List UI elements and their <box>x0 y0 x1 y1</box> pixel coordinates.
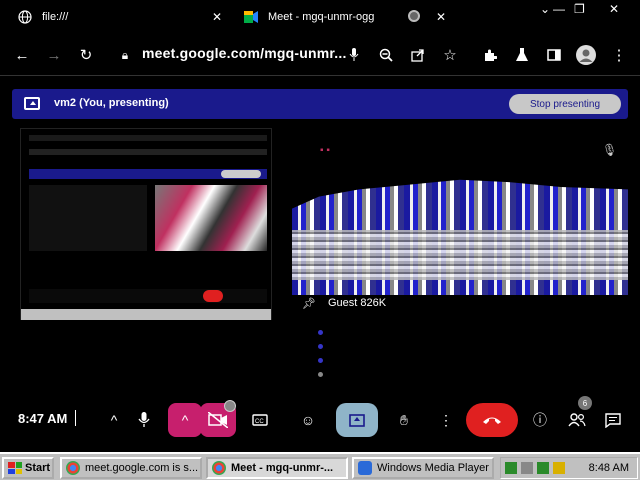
bookmark-star-icon[interactable]: ☆ <box>439 44 461 66</box>
more-options-icon[interactable]: ⋮ <box>428 402 464 438</box>
mic-button[interactable] <box>126 402 162 438</box>
globe-icon <box>18 10 32 24</box>
windows-taskbar: Start meet.google.com is s... Meet - mgq… <box>0 452 640 480</box>
taskbar-item-media-player[interactable]: Windows Media Player <box>352 457 494 479</box>
forward-icon[interactable]: → <box>43 44 65 66</box>
tray-app-icon[interactable] <box>537 462 549 474</box>
system-tray: 8:48 AM <box>500 457 638 479</box>
presenting-banner: vm2 (You, presenting) Stop presenting <box>12 89 628 119</box>
emoji-reactions-button[interactable]: ☺ <box>290 402 326 438</box>
start-button[interactable]: Start <box>2 457 54 479</box>
chrome-icon <box>212 461 226 475</box>
close-tab-icon[interactable]: ✕ <box>212 10 222 24</box>
tab-search-icon[interactable]: ⌄ <box>540 2 550 16</box>
svg-text:CC: CC <box>255 419 264 425</box>
leave-call-button[interactable] <box>466 403 518 437</box>
presenting-label: vm2 (You, presenting) <box>54 97 169 109</box>
taskbar-item-label: Windows Media Player <box>377 462 489 474</box>
self-view-tile[interactable] <box>20 128 272 320</box>
scroll-dots <box>316 330 324 388</box>
preview-guest-tile <box>155 185 267 251</box>
taskbar-item-meet[interactable]: Meet - mgq-unmr-... <box>206 457 348 479</box>
chrome-icon <box>66 461 80 475</box>
browser-toolbar: ← → ↻ 🔒︎ meet.google.com/mgq-unmr... ☆ ⋮ <box>0 34 640 76</box>
start-label: Start <box>25 462 51 474</box>
volume-icon[interactable] <box>521 462 533 474</box>
address-bar[interactable]: meet.google.com/mgq-unmr... <box>142 45 347 61</box>
preview-stop-button <box>221 170 261 178</box>
guest-tile[interactable]: ▪ ▪ 🎙︎ 📌︎ Guest 826K <box>292 135 628 315</box>
browser-menu-icon[interactable]: ⋮ <box>608 44 630 66</box>
windows-logo-icon <box>8 462 22 474</box>
stop-presenting-button[interactable]: Stop presenting <box>509 94 621 114</box>
preview-tab-strip <box>29 135 267 141</box>
chat-icon[interactable] <box>595 402 631 438</box>
tab-meet[interactable]: Meet - mgq-unmr-ogg ✕ <box>244 4 454 30</box>
taskbar-item-browser-share[interactable]: meet.google.com is s... <box>60 457 202 479</box>
meet-icon <box>244 10 258 24</box>
guest-video-lower <box>292 230 628 280</box>
profile-avatar-icon[interactable] <box>575 44 597 66</box>
preview-hangup <box>203 290 223 302</box>
minimize-icon[interactable]: — <box>553 2 565 16</box>
tab-title: Meet - mgq-unmr-ogg <box>268 11 375 23</box>
taskbar-item-label: Meet - mgq-unmr-... <box>231 462 334 474</box>
zoom-out-icon[interactable] <box>375 44 397 66</box>
tab-file[interactable]: file:/// ✕ <box>18 4 228 30</box>
preview-toolbar <box>29 149 267 155</box>
meeting-info-icon[interactable]: ⓘ <box>522 402 558 438</box>
share-icon[interactable] <box>407 44 429 66</box>
close-window-icon[interactable]: ✕ <box>609 2 619 16</box>
present-now-button[interactable] <box>336 403 378 437</box>
meeting-clock: 8:47 AM <box>18 411 68 426</box>
restore-icon[interactable]: ❐ <box>574 2 585 16</box>
audio-options-button[interactable]: ^ <box>168 403 202 437</box>
back-icon[interactable]: ← <box>11 44 33 66</box>
preview-control-bar <box>29 289 267 303</box>
close-tab-icon[interactable]: ✕ <box>436 10 446 24</box>
media-player-icon <box>358 461 372 475</box>
preview-taskbar <box>21 309 271 320</box>
pin-icon[interactable]: 📌︎ <box>302 297 316 310</box>
guest-name: Guest 826K <box>328 297 387 309</box>
mic-icon[interactable] <box>343 44 365 66</box>
labs-flask-icon[interactable] <box>511 44 533 66</box>
guest-video-artifact: ▪ ▪ <box>320 145 330 156</box>
recording-indicator-icon <box>408 10 420 22</box>
clock-divider <box>75 410 76 426</box>
taskbar-item-label: meet.google.com is s... <box>85 462 199 474</box>
captions-button[interactable]: CC <box>242 402 278 438</box>
participants-count-badge: 6 <box>578 396 592 410</box>
preview-self-tile <box>29 185 147 251</box>
reload-icon[interactable]: ↻ <box>75 44 97 66</box>
raise-hand-button[interactable]: ✋︎ <box>386 402 422 438</box>
lock-icon[interactable]: 🔒︎ <box>114 44 136 66</box>
side-panel-icon[interactable] <box>543 44 565 66</box>
taskbar-clock[interactable]: 8:48 AM <box>589 462 629 474</box>
browser-tab-strip: file:/// ✕ Meet - mgq-unmr-ogg ✕ ⌄ — ❐ ✕ <box>0 0 640 34</box>
extensions-icon[interactable] <box>479 44 501 66</box>
mic-off-icon: 🎙︎ <box>602 143 618 157</box>
present-screen-icon <box>24 97 40 110</box>
security-icon[interactable] <box>553 462 565 474</box>
camera-warning-badge <box>224 400 236 412</box>
network-icon[interactable] <box>505 462 517 474</box>
tab-title: file:/// <box>42 11 69 23</box>
